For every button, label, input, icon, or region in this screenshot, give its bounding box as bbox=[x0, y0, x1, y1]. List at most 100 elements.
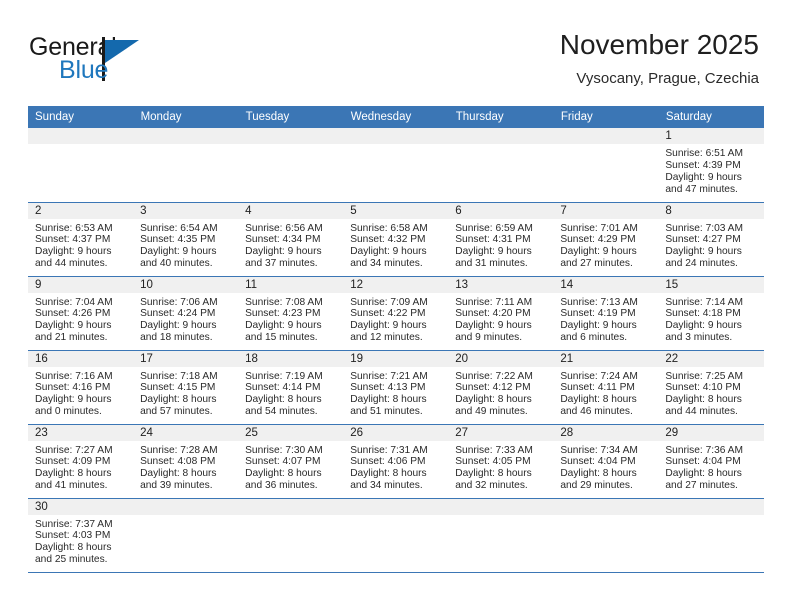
calendar-cell-inner: 26 Sunrise: 7:31 AM Sunset: 4:06 PM Dayligh… bbox=[343, 424, 449, 498]
calendar-day-cell[interactable]: 13 Sunrise: 7:11 AM Sunset: 4:20 PM Dayligh… bbox=[448, 276, 554, 351]
sunset-time: Sunset: 4:06 PM bbox=[350, 456, 426, 468]
calendar-day-cell[interactable]: 28 Sunrise: 7:34 AM Sunset: 4:04 PM Dayligh… bbox=[553, 424, 659, 499]
calendar-day-cell[interactable]: 7 Sunrise: 7:01 AM Sunset: 4:29 PM Daylight… bbox=[553, 202, 659, 277]
calendar-cell-inner: 25 Sunrise: 7:30 AM Sunset: 4:07 PM Dayligh… bbox=[238, 424, 344, 498]
calendar-day-cell[interactable]: 12 Sunrise: 7:09 AM Sunset: 4:22 PM Dayligh… bbox=[343, 276, 449, 351]
logo-text-blue: Blue bbox=[59, 56, 109, 84]
calendar-day-cell[interactable]: 26 Sunrise: 7:31 AM Sunset: 4:06 PM Dayligh… bbox=[343, 424, 449, 499]
sunrise-time: Sunrise: 7:13 AM bbox=[560, 296, 638, 308]
day-number: 4 bbox=[238, 202, 344, 220]
calendar-day-cell[interactable]: 27 Sunrise: 7:33 AM Sunset: 4:05 PM Dayligh… bbox=[448, 424, 554, 499]
daylight-duration-line1: Daylight: 8 hours bbox=[560, 394, 637, 406]
calendar-cell-inner bbox=[133, 128, 239, 202]
daylight-duration-line1: Daylight: 9 hours bbox=[665, 320, 742, 332]
calendar-day-cell[interactable]: 18 Sunrise: 7:19 AM Sunset: 4:14 PM Dayligh… bbox=[238, 350, 344, 425]
calendar-day-cell[interactable]: 9 Sunrise: 7:04 AM Sunset: 4:26 PM Daylight… bbox=[28, 276, 134, 351]
daylight-duration-line2: and 21 minutes. bbox=[35, 332, 108, 344]
calendar-day-cell[interactable]: 21 Sunrise: 7:24 AM Sunset: 4:11 PM Dayligh… bbox=[553, 350, 659, 425]
calendar-day-cell[interactable]: 30 Sunrise: 7:37 AM Sunset: 4:03 PM Dayligh… bbox=[28, 498, 134, 573]
sunrise-time: Sunrise: 6:53 AM bbox=[35, 222, 113, 234]
sunrise-time: Sunrise: 6:58 AM bbox=[350, 222, 428, 234]
day-number: 10 bbox=[133, 276, 239, 294]
daylight-duration-line2: and 25 minutes. bbox=[35, 554, 108, 566]
daylight-duration-line1: Daylight: 9 hours bbox=[35, 246, 112, 258]
day-sun-info: Sunrise: 7:22 AM Sunset: 4:12 PM Daylight:… bbox=[448, 368, 553, 419]
calendar-week-row: 23 Sunrise: 7:27 AM Sunset: 4:09 PM Dayligh… bbox=[28, 424, 764, 499]
sunrise-time: Sunrise: 7:08 AM bbox=[245, 296, 323, 308]
calendar-day-cell[interactable]: 11 Sunrise: 7:08 AM Sunset: 4:23 PM Dayligh… bbox=[238, 276, 344, 351]
sunrise-time: Sunrise: 7:04 AM bbox=[35, 296, 113, 308]
day-number: 13 bbox=[448, 276, 554, 294]
sunset-time: Sunset: 4:04 PM bbox=[560, 456, 636, 468]
sunrise-time: Sunrise: 6:59 AM bbox=[455, 222, 533, 234]
day-sun-info: Sunrise: 7:08 AM Sunset: 4:23 PM Daylight:… bbox=[238, 294, 343, 345]
calendar-day-cell[interactable]: 15 Sunrise: 7:14 AM Sunset: 4:18 PM Dayligh… bbox=[658, 276, 764, 351]
calendar-cell-inner: 19 Sunrise: 7:21 AM Sunset: 4:13 PM Dayligh… bbox=[343, 350, 449, 424]
daylight-duration-line1: Daylight: 9 hours bbox=[245, 320, 322, 332]
sunrise-time: Sunrise: 7:18 AM bbox=[140, 370, 218, 382]
calendar-cell-inner: 29 Sunrise: 7:36 AM Sunset: 4:04 PM Dayligh… bbox=[658, 424, 764, 498]
sunrise-time: Sunrise: 7:30 AM bbox=[245, 444, 323, 456]
weekday-header-sunday: Sunday bbox=[28, 106, 134, 128]
daylight-duration-line2: and 34 minutes. bbox=[350, 480, 423, 492]
daylight-duration-line1: Daylight: 9 hours bbox=[350, 320, 427, 332]
day-number bbox=[448, 498, 554, 516]
title-block: November 2025 Vysocany, Prague, Czechia bbox=[560, 28, 759, 90]
daylight-duration-line1: Daylight: 9 hours bbox=[35, 394, 112, 406]
page-header: General Blue November 2025 Vysocany, Pra… bbox=[0, 0, 792, 100]
daylight-duration-line1: Daylight: 8 hours bbox=[560, 468, 637, 480]
day-number: 7 bbox=[553, 202, 659, 220]
daylight-duration-line1: Daylight: 9 hours bbox=[245, 246, 322, 258]
calendar-week-row: 16 Sunrise: 7:16 AM Sunset: 4:16 PM Dayligh… bbox=[28, 350, 764, 425]
calendar-day-cell[interactable]: 8 Sunrise: 7:03 AM Sunset: 4:27 PM Daylight… bbox=[658, 202, 764, 277]
calendar-day-cell[interactable]: 14 Sunrise: 7:13 AM Sunset: 4:19 PM Dayligh… bbox=[553, 276, 659, 351]
calendar-day-cell[interactable]: 16 Sunrise: 7:16 AM Sunset: 4:16 PM Dayligh… bbox=[28, 350, 134, 425]
daylight-duration-line1: Daylight: 9 hours bbox=[455, 246, 532, 258]
calendar-day-cell[interactable]: 4 Sunrise: 6:56 AM Sunset: 4:34 PM Daylight… bbox=[238, 202, 344, 277]
calendar-day-cell[interactable]: 25 Sunrise: 7:30 AM Sunset: 4:07 PM Dayligh… bbox=[238, 424, 344, 499]
daylight-duration-line2: and 57 minutes. bbox=[140, 406, 213, 418]
calendar-day-cell[interactable]: 6 Sunrise: 6:59 AM Sunset: 4:31 PM Daylight… bbox=[448, 202, 554, 277]
calendar-day-cell[interactable]: 3 Sunrise: 6:54 AM Sunset: 4:35 PM Daylight… bbox=[133, 202, 239, 277]
page-subtitle: Vysocany, Prague, Czechia bbox=[576, 70, 759, 87]
day-sun-info: Sunrise: 7:06 AM Sunset: 4:24 PM Daylight:… bbox=[133, 294, 238, 345]
general-blue-logo[interactable]: General Blue bbox=[29, 33, 209, 93]
daylight-duration-line2: and 24 minutes. bbox=[665, 258, 738, 270]
calendar-day-cell[interactable]: 2 Sunrise: 6:53 AM Sunset: 4:37 PM Daylight… bbox=[28, 202, 134, 277]
calendar-week-row: 9 Sunrise: 7:04 AM Sunset: 4:26 PM Daylight… bbox=[28, 276, 764, 351]
calendar-day-cell[interactable]: 24 Sunrise: 7:28 AM Sunset: 4:08 PM Dayligh… bbox=[133, 424, 239, 499]
day-sun-info: Sunrise: 7:24 AM Sunset: 4:11 PM Daylight:… bbox=[553, 368, 658, 419]
daylight-duration-line2: and 6 minutes. bbox=[560, 332, 628, 344]
sunrise-time: Sunrise: 6:54 AM bbox=[140, 222, 218, 234]
daylight-duration-line1: Daylight: 9 hours bbox=[140, 246, 217, 258]
calendar-day-cell[interactable]: 5 Sunrise: 6:58 AM Sunset: 4:32 PM Daylight… bbox=[343, 202, 449, 277]
sunrise-sunset-calendar: Sunday Monday Tuesday Wednesday Thursday… bbox=[28, 106, 765, 573]
calendar-day-cell[interactable]: 23 Sunrise: 7:27 AM Sunset: 4:09 PM Dayligh… bbox=[28, 424, 134, 499]
calendar-day-cell[interactable]: 1 Sunrise: 6:51 AM Sunset: 4:39 PM Daylight… bbox=[658, 128, 764, 203]
day-number bbox=[553, 128, 659, 145]
daylight-duration-line2: and 44 minutes. bbox=[665, 406, 738, 418]
calendar-cell-inner: 6 Sunrise: 6:59 AM Sunset: 4:31 PM Daylight… bbox=[448, 202, 554, 276]
calendar-day-cell[interactable]: 10 Sunrise: 7:06 AM Sunset: 4:24 PM Dayligh… bbox=[133, 276, 239, 351]
day-number: 9 bbox=[28, 276, 134, 294]
calendar-day-cell[interactable]: 22 Sunrise: 7:25 AM Sunset: 4:10 PM Dayligh… bbox=[658, 350, 764, 425]
day-sun-info: Sunrise: 6:53 AM Sunset: 4:37 PM Daylight:… bbox=[28, 220, 133, 271]
day-number: 25 bbox=[238, 424, 344, 442]
calendar-cell-inner: 22 Sunrise: 7:25 AM Sunset: 4:10 PM Dayligh… bbox=[658, 350, 764, 424]
calendar-cell-inner: 14 Sunrise: 7:13 AM Sunset: 4:19 PM Dayligh… bbox=[553, 276, 659, 350]
calendar-day-cell[interactable]: 29 Sunrise: 7:36 AM Sunset: 4:04 PM Dayligh… bbox=[658, 424, 764, 499]
daylight-duration-line2: and 15 minutes. bbox=[245, 332, 318, 344]
calendar-week-row: 1 Sunrise: 6:51 AM Sunset: 4:39 PM Daylight… bbox=[28, 128, 764, 203]
calendar-day-cell[interactable]: 17 Sunrise: 7:18 AM Sunset: 4:15 PM Dayligh… bbox=[133, 350, 239, 425]
day-sun-info: Sunrise: 6:51 AM Sunset: 4:39 PM Daylight:… bbox=[658, 145, 763, 196]
sunrise-time: Sunrise: 7:22 AM bbox=[455, 370, 533, 382]
day-sun-info: Sunrise: 7:14 AM Sunset: 4:18 PM Daylight:… bbox=[658, 294, 763, 345]
calendar-week-row: 2 Sunrise: 6:53 AM Sunset: 4:37 PM Daylight… bbox=[28, 202, 764, 277]
calendar-cell-empty bbox=[553, 128, 659, 203]
daylight-duration-line2: and 44 minutes. bbox=[35, 258, 108, 270]
calendar-day-cell[interactable]: 19 Sunrise: 7:21 AM Sunset: 4:13 PM Dayligh… bbox=[343, 350, 449, 425]
calendar-cell-inner: 3 Sunrise: 6:54 AM Sunset: 4:35 PM Daylight… bbox=[133, 202, 239, 276]
calendar-day-cell[interactable]: 20 Sunrise: 7:22 AM Sunset: 4:12 PM Dayligh… bbox=[448, 350, 554, 425]
day-number: 27 bbox=[448, 424, 554, 442]
calendar-cell-empty bbox=[133, 128, 239, 203]
